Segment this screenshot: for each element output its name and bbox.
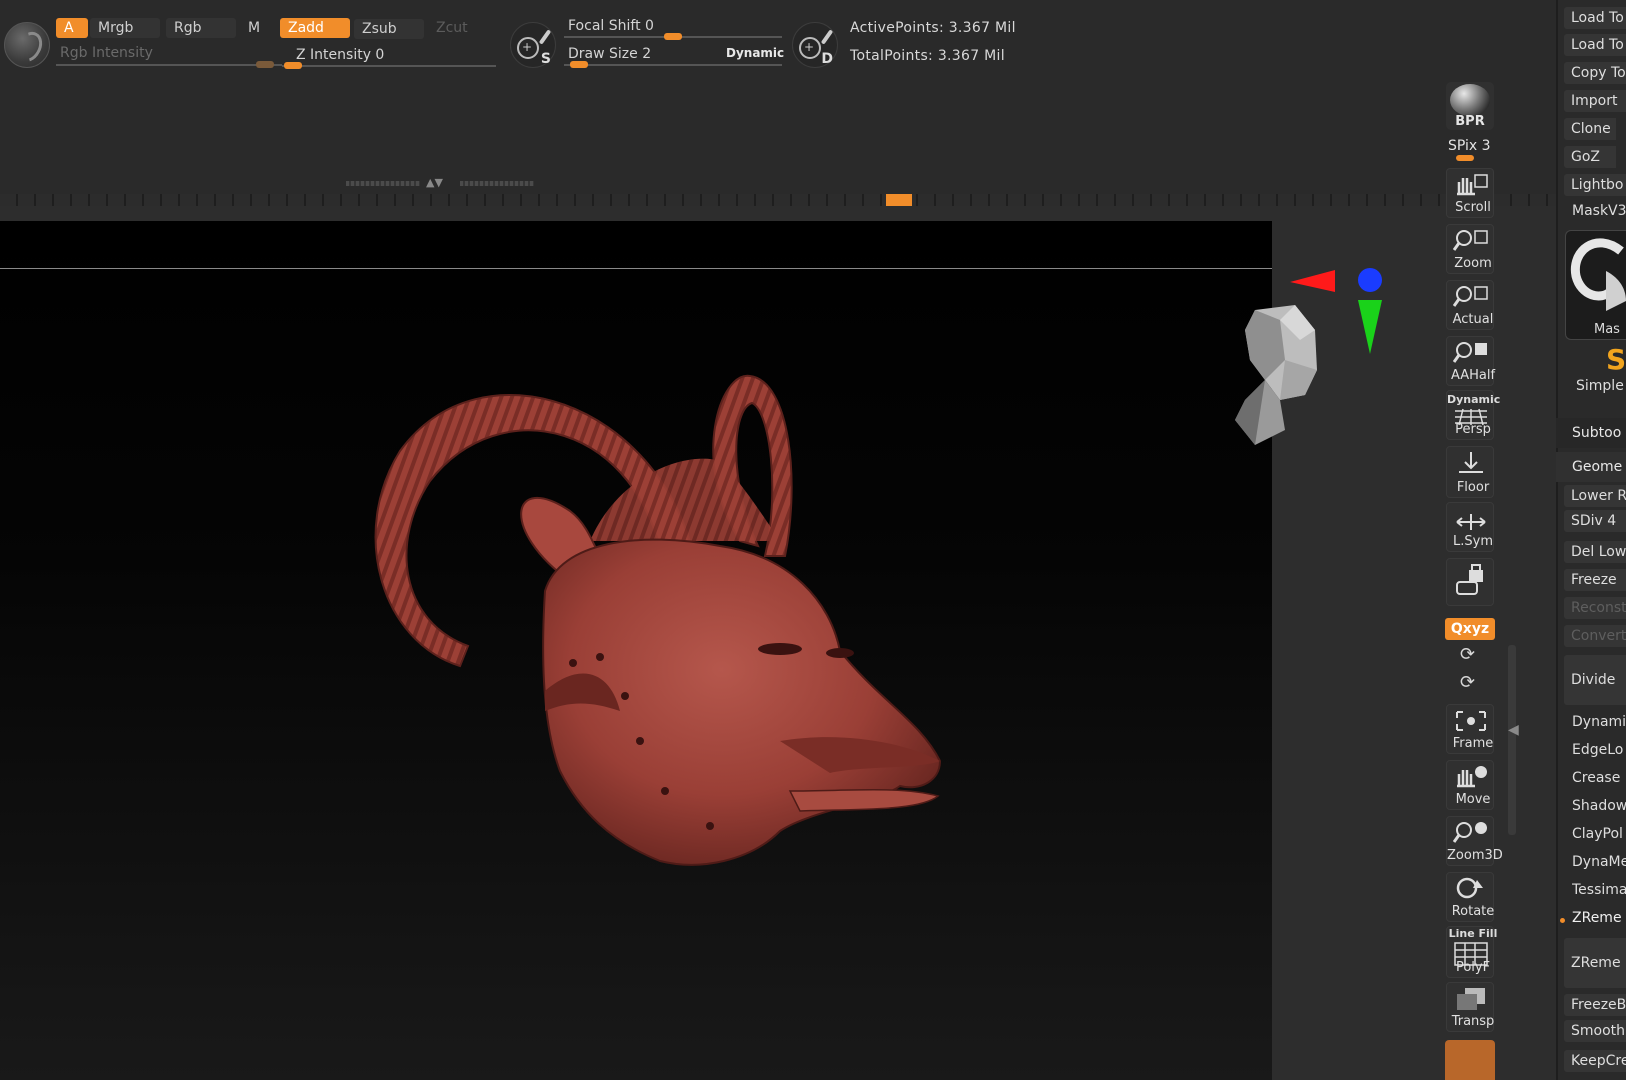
clone-button[interactable]: Clone [1564, 118, 1616, 140]
timeline-ruler[interactable] [0, 194, 1556, 206]
reconstruct-subdiv-button[interactable]: Reconst [1564, 597, 1626, 619]
dynamic-persp-label: Dynamic [1447, 393, 1501, 406]
reference-head-icon[interactable] [1225, 300, 1325, 460]
import-button[interactable]: Import [1564, 90, 1626, 112]
ghost-toggle-button[interactable] [1445, 1040, 1495, 1080]
polyf-button[interactable]: Line Fill PolyF [1444, 926, 1498, 978]
zoom-button[interactable]: Zoom [1444, 224, 1496, 274]
current-tool-name: MaskV3 [1572, 203, 1626, 219]
copy-tool-button[interactable]: Copy To [1564, 62, 1626, 84]
freeze-border-button[interactable]: FreezeB [1564, 994, 1626, 1016]
freeze-subdivision-button[interactable]: Freeze [1564, 569, 1626, 591]
tool-thumbnail[interactable]: Mas [1565, 230, 1626, 340]
sdiv-slider[interactable]: SDiv 4 [1564, 510, 1626, 532]
crease-header[interactable]: Crease [1572, 770, 1626, 786]
zcut-button[interactable]: Zcut [428, 18, 498, 38]
lightbox-button[interactable]: Lightbo [1564, 174, 1626, 196]
canvas-viewport[interactable] [0, 221, 1272, 1080]
rgb-intensity-slider[interactable] [56, 64, 282, 66]
tessimate-header[interactable]: Tessima [1572, 882, 1626, 898]
z-intensity-label: Z Intensity 0 [296, 47, 385, 63]
stroke-d-icon[interactable]: + D [792, 22, 838, 68]
divide-button[interactable]: Divide [1564, 655, 1626, 705]
gizmo-z-dot [1358, 268, 1382, 292]
goz-button[interactable]: GoZ [1564, 146, 1616, 168]
focal-shift-label: Focal Shift 0 [568, 18, 654, 34]
z-intensity-knob[interactable] [284, 62, 302, 69]
gizmo-y-arrow [1358, 300, 1382, 354]
rotate-z-icon[interactable]: ⟳ [1460, 672, 1475, 693]
edgeloop-header[interactable]: EdgeLo [1572, 742, 1626, 758]
active-points-readout: ActivePoints: 3.367 Mil [850, 20, 1016, 36]
claypolish-header[interactable]: ClayPol [1572, 826, 1626, 842]
lock-camera-button[interactable] [1444, 558, 1496, 606]
smooth-groups-button[interactable]: Smooth [1564, 1020, 1626, 1042]
actual-button[interactable]: Actual [1444, 280, 1496, 330]
rgb-intensity-label: Rgb Intensity [60, 45, 153, 61]
move-button[interactable]: Move [1444, 760, 1496, 810]
top-toolbar: A Mrgb Rgb M Zadd Zsub Zcut Rgb Intensit… [0, 0, 1556, 205]
spix-knob[interactable] [1456, 155, 1474, 161]
aahalf-button[interactable]: AAHalf [1444, 336, 1496, 386]
zremesher-button[interactable]: ZReme [1564, 938, 1626, 988]
transp-button[interactable]: Transp [1444, 982, 1496, 1032]
line-fill-label: Line Fill [1448, 927, 1498, 940]
stroke-s-icon[interactable]: + S [510, 22, 556, 68]
subtool-header[interactable]: Subtoo [1556, 418, 1626, 448]
zoom3d-button[interactable]: Zoom3D [1444, 816, 1503, 866]
dynamesh-header[interactable]: DynaMe [1572, 854, 1626, 870]
zadd-button[interactable]: Zadd [280, 18, 350, 38]
floor-button[interactable]: Floor [1444, 446, 1496, 498]
m-button[interactable]: M [240, 18, 270, 38]
timeline-marker[interactable] [886, 194, 912, 206]
tool-thumbnail-label: Mas [1594, 322, 1620, 337]
spix-slider-label[interactable]: SPix 3 [1448, 138, 1491, 154]
zsub-button[interactable]: Zsub [354, 19, 424, 39]
frame-button[interactable]: Frame [1444, 704, 1496, 754]
rotate-y-icon[interactable]: ⟳ [1460, 644, 1475, 665]
keep-creases-button[interactable]: KeepCre [1564, 1050, 1626, 1072]
persp-button[interactable]: Dynamic Persp [1444, 390, 1501, 440]
canvas-border-line [0, 268, 1272, 269]
xyz-rotate-toggle[interactable]: Qxyz [1445, 618, 1495, 640]
bpr-render-button[interactable]: BPR [1446, 82, 1494, 130]
tray-collapse-arrow-icon[interactable]: ◀ [1508, 722, 1519, 738]
zremesher-header[interactable]: ZReme [1572, 910, 1626, 926]
load-tool-button-2[interactable]: Load To [1564, 34, 1626, 56]
lower-res-button[interactable]: Lower R [1564, 485, 1626, 507]
shelf-collapse-handle[interactable]: ▲▼ [346, 176, 536, 189]
rgb-button[interactable]: Rgb [166, 18, 236, 38]
vertical-scrollbar[interactable] [1508, 645, 1516, 835]
del-lower-button[interactable]: Del Low [1564, 541, 1626, 563]
shadowbox-header[interactable]: Shadow [1572, 798, 1626, 814]
geometry-header[interactable]: Geome [1556, 452, 1626, 482]
draw-size-knob[interactable] [570, 61, 588, 68]
focal-shift-knob[interactable] [664, 33, 682, 40]
lsym-button[interactable]: L.Sym [1444, 502, 1496, 552]
a-toggle-button[interactable]: A [56, 18, 88, 38]
load-tool-button[interactable]: Load To [1564, 7, 1626, 29]
draw-size-label: Draw Size 2 [568, 46, 652, 62]
scroll-button[interactable]: Scroll [1444, 168, 1496, 218]
rotate-button[interactable]: Rotate [1444, 872, 1496, 922]
z-intensity-slider[interactable] [282, 65, 496, 67]
dynamic-subdiv-header[interactable]: Dynami [1572, 714, 1626, 730]
mrgb-button[interactable]: Mrgb [90, 18, 160, 38]
total-points-readout: TotalPoints: 3.367 Mil [850, 48, 1005, 64]
zbrush-logo-icon[interactable] [4, 22, 50, 68]
zremesher-active-dot [1560, 918, 1565, 923]
horned-mask-model[interactable] [360, 341, 1000, 901]
simple-brush-label: Simple [1576, 378, 1624, 394]
gizmo-x-arrow [1290, 270, 1335, 292]
draw-size-slider[interactable] [564, 64, 782, 66]
simple-brush-icon[interactable]: S [1606, 343, 1626, 376]
dynamic-toggle[interactable]: Dynamic [726, 46, 784, 60]
convert-bpr-button[interactable]: Convert [1564, 625, 1626, 647]
rgb-intensity-knob[interactable] [256, 61, 274, 68]
